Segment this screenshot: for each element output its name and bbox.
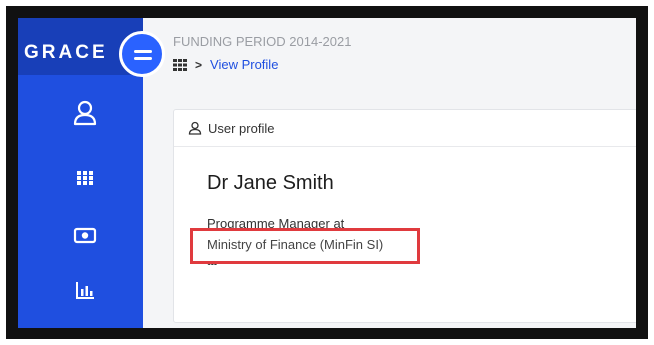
breadcrumb: > View Profile <box>173 57 278 72</box>
chart-icon <box>76 282 94 299</box>
grid-icon <box>77 171 93 185</box>
sidebar-item-reports[interactable] <box>71 276 99 304</box>
profile-card: User profile Dr Jane Smith Programme Man… <box>173 109 636 323</box>
app-logo: GRACE <box>24 42 108 63</box>
grid-icon[interactable] <box>173 58 187 72</box>
money-icon <box>73 227 97 244</box>
sidebar-item-finance[interactable] <box>71 221 99 249</box>
hamburger-icon <box>134 50 152 53</box>
profile-name: Dr Jane Smith <box>207 172 334 194</box>
user-icon <box>73 100 97 126</box>
highlight-box <box>190 228 420 264</box>
main-content: FUNDING PERIOD 2014-2021 > View Profile <box>143 18 636 328</box>
breadcrumb-view-profile[interactable]: View Profile <box>210 57 278 72</box>
card-title: User profile <box>208 120 275 136</box>
hamburger-icon-line <box>134 57 152 60</box>
card-header: User profile <box>174 110 636 147</box>
chevron-right-icon: > <box>195 57 203 72</box>
screenshot-frame: GRACE FUNDING PERIOD 2014-2021 > View Pr… <box>6 6 648 339</box>
funding-period: FUNDING PERIOD 2014-2021 <box>173 34 352 49</box>
menu-toggle-button[interactable] <box>119 31 165 77</box>
sidebar-item-dashboard[interactable] <box>71 164 99 192</box>
app-window: GRACE FUNDING PERIOD 2014-2021 > View Pr… <box>18 18 636 328</box>
user-icon <box>188 121 202 135</box>
sidebar-item-profile[interactable] <box>71 99 99 127</box>
